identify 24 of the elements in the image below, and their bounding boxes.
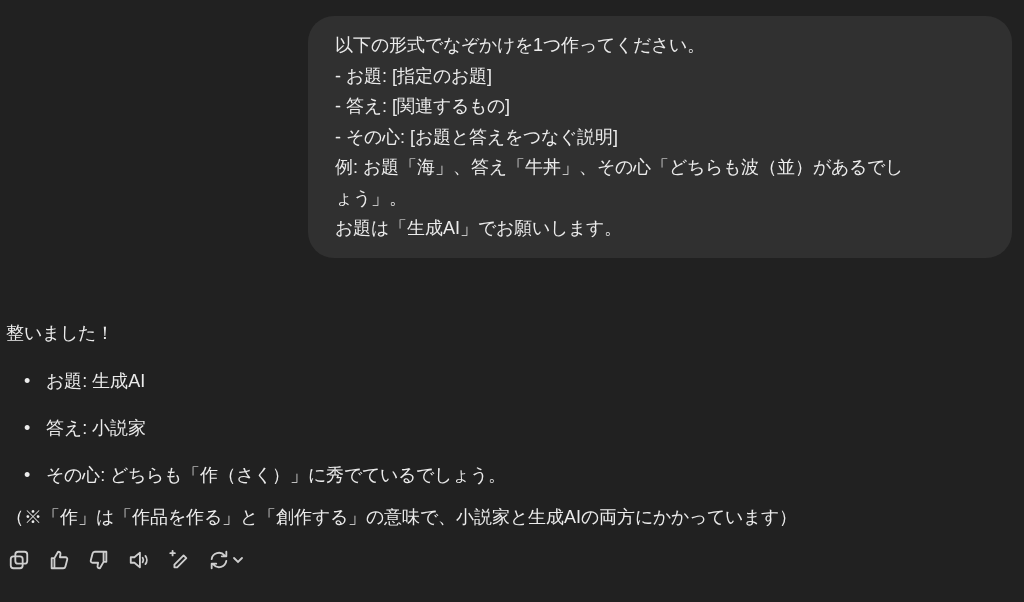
bullet-marker: • [24, 463, 31, 487]
note-text: （※「作」は「作品を作る」と「創作する」の意味で、小説家と生成AIの両方にかかっています） [6, 505, 798, 529]
message-line: - お題: [指定のお題] [335, 64, 493, 88]
bullet-text: お題: 生成AI [46, 369, 146, 393]
message-line: 以下の形式でなぞかけを1つ作ってください。 [335, 34, 706, 57]
thumbs-up-icon [48, 548, 70, 571]
message-line: - 答え: [関連するもの] [335, 95, 511, 118]
copy-icon [8, 548, 30, 571]
message-line: お題は「生成AI」でお願いします。 [335, 217, 623, 240]
thumbs-down-button[interactable] [88, 548, 110, 571]
regenerate-button[interactable] [208, 548, 244, 571]
bullet-marker: • [24, 416, 31, 440]
bullet-marker: • [24, 369, 31, 393]
pencil-sparkle-icon [168, 548, 190, 571]
thumbs-down-icon [88, 548, 110, 571]
bullet-text: 答え: 小説家 [46, 416, 147, 440]
message-line: - その心: [お題と答えをつなぐ説明] [335, 125, 619, 149]
thumbs-up-button[interactable] [48, 548, 70, 571]
response-heading: 整いました！ [6, 321, 115, 345]
refresh-icon [208, 548, 230, 571]
bullet-text: その心: どちらも「作（さく）」に秀でているでしょう。 [46, 463, 507, 487]
message-line: 例: お題「海」、答え「牛丼」、その心「どちらも波（並）があるでしょう」。 [335, 156, 904, 210]
edit-button[interactable] [168, 548, 190, 571]
copy-button[interactable] [8, 548, 30, 571]
